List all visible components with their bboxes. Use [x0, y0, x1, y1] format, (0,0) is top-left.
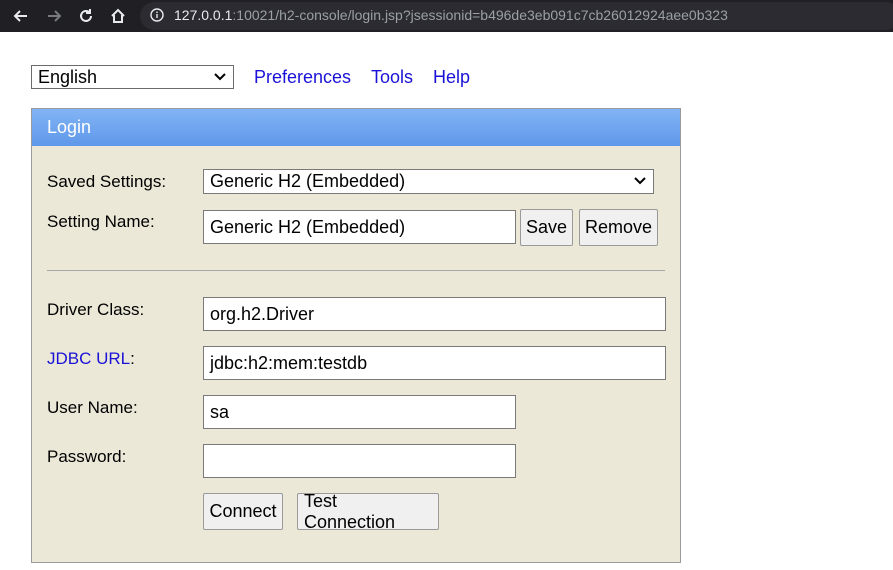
home-button[interactable] [106, 4, 130, 28]
test-connection-button[interactable]: Test Connection [297, 491, 439, 532]
saved-settings-label: Saved Settings: [47, 172, 167, 191]
preferences-link[interactable]: Preferences [254, 67, 351, 88]
chevron-down-icon [214, 73, 226, 81]
jdbc-url-colon: : [130, 349, 135, 368]
remove-button[interactable]: Remove [579, 209, 658, 246]
user-name-input[interactable]: sa [203, 395, 516, 429]
login-panel-title: Login [32, 109, 680, 146]
home-icon [111, 8, 125, 23]
back-arrow-icon [13, 10, 27, 22]
jdbc-url-help-link[interactable]: JDBC URL [47, 349, 130, 368]
url-host: 127.0.0.1 [174, 7, 233, 23]
driver-class-label: Driver Class: [47, 300, 145, 319]
url-path: :10021/h2-console/login.jsp?jsessionid=b… [232, 7, 728, 23]
reload-icon [80, 9, 92, 22]
setting-name-input[interactable]: Generic H2 (Embedded) [203, 210, 516, 244]
forward-button[interactable] [42, 4, 66, 28]
divider [47, 270, 665, 271]
saved-settings-select[interactable]: Generic H2 (Embedded) [203, 169, 654, 194]
language-select[interactable]: English [31, 65, 234, 89]
forward-arrow-icon [48, 10, 62, 22]
connect-button[interactable]: Connect [203, 493, 283, 530]
chevron-down-icon [634, 177, 646, 185]
browser-toolbar: 127.0.0.1:10021/h2-console/login.jsp?jse… [0, 0, 893, 32]
driver-class-input[interactable]: org.h2.Driver [203, 297, 666, 331]
info-icon[interactable] [150, 8, 164, 22]
jdbc-url-input[interactable]: jdbc:h2:mem:testdb [203, 346, 666, 380]
reload-button[interactable] [74, 4, 98, 28]
user-name-label: User Name: [47, 398, 138, 417]
password-label: Password: [47, 447, 127, 466]
url-text: 127.0.0.1:10021/h2-console/login.jsp?jse… [174, 7, 728, 23]
help-link[interactable]: Help [433, 67, 470, 88]
language-select-value: English [38, 67, 98, 87]
password-input[interactable] [203, 444, 516, 478]
save-button[interactable]: Save [520, 209, 573, 246]
jdbc-url-label: JDBC URL: [47, 349, 135, 369]
back-button[interactable] [9, 4, 33, 28]
login-panel: Login Saved Settings: Generic H2 (Embedd… [31, 108, 681, 563]
saved-settings-select-value: Generic H2 (Embedded) [210, 171, 406, 191]
tools-link[interactable]: Tools [371, 67, 413, 88]
setting-name-label: Setting Name: [47, 212, 155, 231]
